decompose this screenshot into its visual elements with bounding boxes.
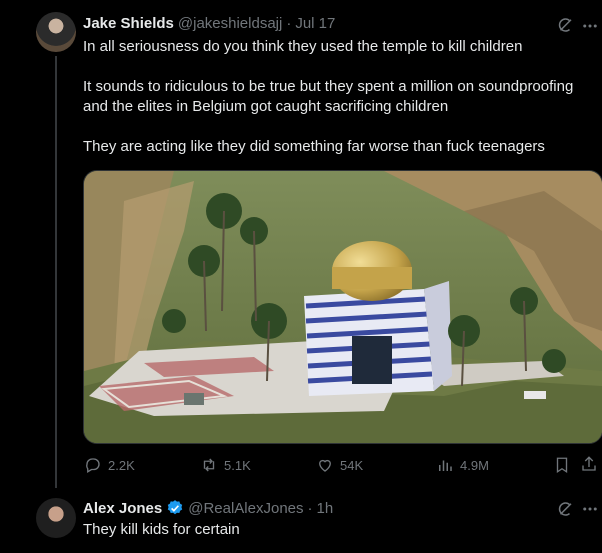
author-handle[interactable]: @jakeshieldsajj <box>178 15 282 32</box>
like-button[interactable]: 54K <box>316 456 363 474</box>
tweet-time[interactable]: 1h <box>317 500 334 517</box>
tweet2-header: Alex Jones @RealAlexJones · 1h <box>83 499 333 517</box>
avatar-alex-jones[interactable] <box>36 498 76 538</box>
bookmark-icon[interactable] <box>553 456 571 474</box>
dot-separator: · <box>307 499 313 517</box>
temple-photo <box>84 171 602 443</box>
views-button[interactable]: 4.9M <box>436 456 489 474</box>
tweet1-header: Jake Shields @jakeshieldsajj · Jul 17 <box>83 15 335 32</box>
more-icon[interactable] <box>581 500 599 518</box>
views-count: 4.9M <box>460 457 489 473</box>
tweet-date[interactable]: Jul 17 <box>295 15 335 32</box>
author-name[interactable]: Alex Jones <box>83 500 162 517</box>
like-icon <box>319 459 331 472</box>
grok-icon[interactable] <box>556 16 574 34</box>
author-handle[interactable]: @RealAlexJones <box>188 500 303 517</box>
repost-button[interactable]: 5.1K <box>200 456 251 474</box>
like-count: 54K <box>340 457 364 473</box>
avatar-jake-shields[interactable] <box>36 12 76 52</box>
dot-separator: · <box>286 15 292 32</box>
share-icon[interactable] <box>580 455 598 473</box>
thread-line <box>55 56 57 488</box>
tweet2-text: They kill kids for certain <box>83 521 240 538</box>
verified-badge-icon <box>166 499 184 517</box>
author-name[interactable]: Jake Shields <box>83 15 174 32</box>
grok-icon[interactable] <box>556 500 574 518</box>
repost-count: 5.1K <box>224 457 251 473</box>
more-icon[interactable] <box>581 17 599 35</box>
repost-icon <box>203 458 215 472</box>
reply-button[interactable]: 2.2K <box>84 456 135 474</box>
tweet1-text: In all seriousness do you think they use… <box>83 38 574 155</box>
reply-count: 2.2K <box>108 457 135 473</box>
reply-icon <box>86 458 100 473</box>
tweet1-media-image[interactable] <box>83 170 602 444</box>
views-icon <box>439 460 452 471</box>
